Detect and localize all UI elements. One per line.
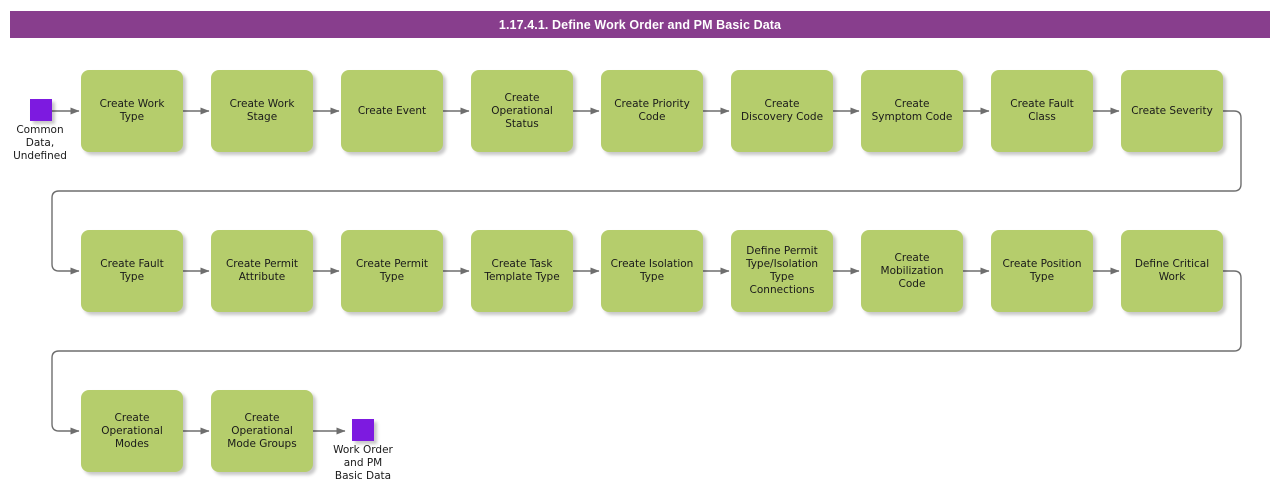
node-define-critical-work[interactable]: Define Critical Work xyxy=(1121,230,1223,312)
node-create-work-stage[interactable]: Create Work Stage xyxy=(211,70,313,152)
node-label: Create Fault Type xyxy=(100,258,164,283)
node-create-symptom-code[interactable]: Create Symptom Code xyxy=(861,70,963,152)
node-create-position-type[interactable]: Create Position Type xyxy=(991,230,1093,312)
node-create-task-template-type[interactable]: Create Task Template Type xyxy=(471,230,573,312)
node-label: Create Priority Code xyxy=(614,98,690,123)
node-label: Create Permit Attribute xyxy=(225,258,299,283)
start-terminator-common-data[interactable] xyxy=(30,99,52,121)
node-label: Create Discovery Code xyxy=(740,98,824,123)
node-label: Create Isolation Type xyxy=(610,258,694,283)
node-label: Define Critical Work xyxy=(1134,258,1210,283)
node-create-permit-type[interactable]: Create Permit Type xyxy=(341,230,443,312)
node-label: Create Operational Modes xyxy=(101,411,163,450)
node-label: Create Event xyxy=(357,104,427,117)
node-create-operational-status[interactable]: Create Operational Status xyxy=(471,70,573,152)
node-label: Create Work Stage xyxy=(229,98,295,123)
node-label: Define Permit Type/Isolation Type Connec… xyxy=(745,245,819,296)
node-create-severity[interactable]: Create Severity xyxy=(1121,70,1223,152)
node-label: Create Operational Status xyxy=(491,91,553,130)
node-label: Create Position Type xyxy=(1002,258,1082,283)
node-create-fault-class[interactable]: Create Fault Class xyxy=(991,70,1093,152)
node-label: Create Severity xyxy=(1131,104,1213,117)
end-terminator-work-order-pm-basic-data[interactable] xyxy=(352,419,374,441)
node-create-fault-type[interactable]: Create Fault Type xyxy=(81,230,183,312)
node-create-isolation-type[interactable]: Create Isolation Type xyxy=(601,230,703,312)
node-create-work-type[interactable]: Create Work Type xyxy=(81,70,183,152)
node-label: Create Permit Type xyxy=(355,258,429,283)
node-label: Create Task Template Type xyxy=(484,258,560,283)
node-label: Create Mobilization Code xyxy=(880,251,944,290)
node-create-discovery-code[interactable]: Create Discovery Code xyxy=(731,70,833,152)
node-label: Create Operational Mode Groups xyxy=(227,411,297,450)
node-create-mobilization-code[interactable]: Create Mobilization Code xyxy=(861,230,963,312)
node-create-event[interactable]: Create Event xyxy=(341,70,443,152)
node-create-permit-attribute[interactable]: Create Permit Attribute xyxy=(211,230,313,312)
node-label: Create Fault Class xyxy=(1010,98,1074,123)
end-terminator-label: Work Order and PM Basic Data xyxy=(333,444,393,482)
node-create-priority-code[interactable]: Create Priority Code xyxy=(601,70,703,152)
node-create-operational-mode-groups[interactable]: Create Operational Mode Groups xyxy=(211,390,313,472)
node-define-permit-type-isolation-type-connections[interactable]: Define Permit Type/Isolation Type Connec… xyxy=(731,230,833,312)
node-label: Create Symptom Code xyxy=(871,98,953,123)
node-label: Create Work Type xyxy=(99,98,165,123)
node-create-operational-modes[interactable]: Create Operational Modes xyxy=(81,390,183,472)
flowchart-canvas: Common Data, Undefined Create Work Type … xyxy=(0,0,1280,503)
